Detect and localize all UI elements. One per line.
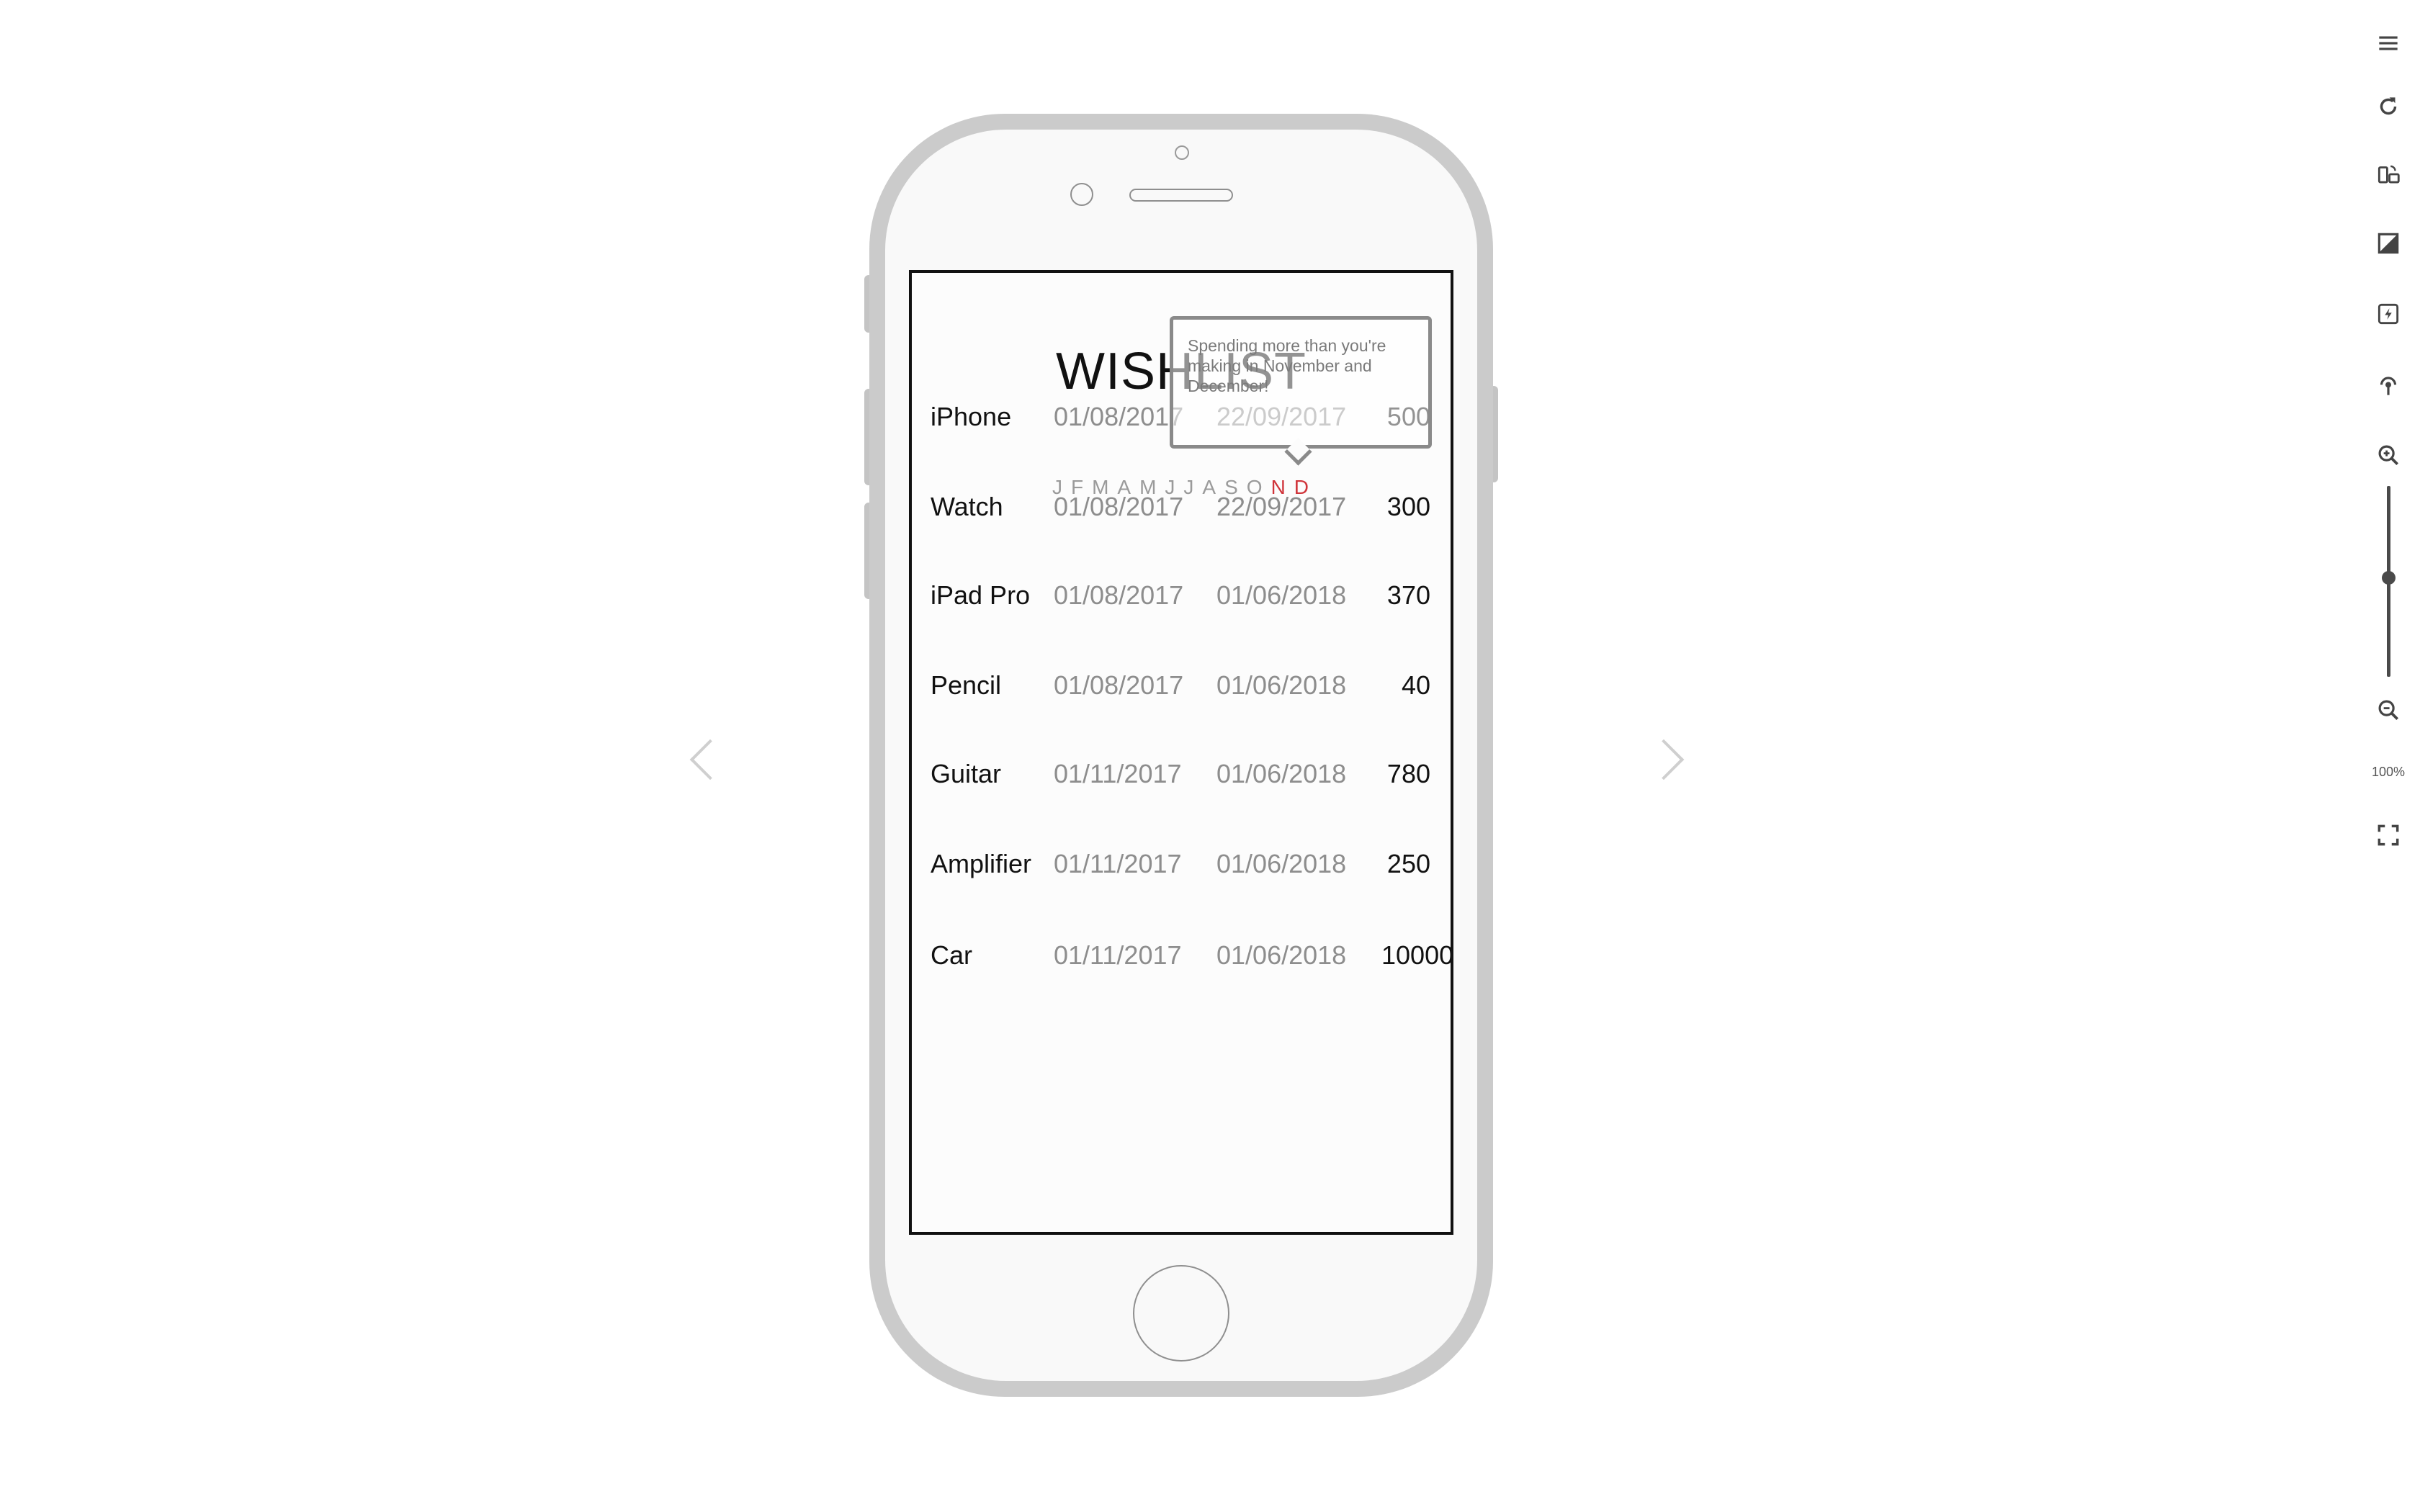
item-name: iPhone [931, 402, 1012, 431]
end-date: 01/06/2018 [1216, 940, 1347, 970]
table-row[interactable]: Pencil 01/08/2017 01/06/2018 40 [912, 664, 1451, 707]
end-date: 01/06/2018 [1216, 670, 1347, 700]
spending-tooltip: Spending more than you're making in Nove… [1170, 316, 1432, 466]
rotate-device-icon [2378, 165, 2400, 184]
start-date: 01/11/2017 [1054, 759, 1182, 788]
zoom-slider-handle[interactable] [2382, 571, 2396, 585]
table-row[interactable]: Watch 01/08/2017 22/09/2017 300 [912, 485, 1451, 528]
zoom-out-button[interactable] [2367, 688, 2410, 732]
tooltip-pointer [1284, 438, 1312, 466]
item-amount: 780 [1386, 759, 1430, 788]
home-button[interactable] [1133, 1265, 1229, 1362]
zoom-in-icon [2378, 445, 2399, 466]
end-date: 22/09/2017 [1216, 492, 1347, 521]
simulator-toolbar: 100% [2357, 0, 2420, 1512]
end-date: 01/06/2018 [1216, 759, 1347, 788]
item-amount: 300 [1386, 492, 1430, 521]
contrast-icon [2378, 233, 2399, 254]
item-name: iPad Pro [931, 580, 1031, 610]
item-amount: 40 [1401, 670, 1430, 700]
start-date: 01/11/2017 [1054, 940, 1182, 970]
item-name: Amplifier [931, 849, 1032, 878]
end-date: 01/06/2018 [1216, 580, 1347, 610]
zoom-in-button[interactable] [2367, 433, 2410, 477]
contrast-button[interactable] [2367, 222, 2410, 265]
rotate-device-button[interactable] [2367, 153, 2410, 196]
table-row[interactable]: Amplifier 01/11/2017 01/06/2018 250 [912, 842, 1451, 886]
item-amount: 370 [1386, 580, 1430, 610]
start-date: 01/08/2017 [1054, 492, 1184, 521]
item-name: Guitar [931, 759, 1002, 788]
touch-icon [2380, 377, 2397, 395]
refresh-button[interactable] [2367, 85, 2410, 128]
zoom-level-label: 100% [2371, 765, 2406, 779]
start-date: 01/11/2017 [1054, 849, 1182, 878]
item-amount: 250 [1386, 849, 1430, 878]
item-name: Pencil [931, 670, 1002, 700]
table-row[interactable]: iPad Pro 01/08/2017 01/06/2018 370 [912, 574, 1451, 617]
chevron-left-icon[interactable] [689, 739, 731, 780]
refresh-icon [2380, 97, 2397, 115]
item-name: Car [931, 940, 973, 970]
fullscreen-icon [2378, 824, 2399, 846]
table-row[interactable]: Car 01/11/2017 01/06/2018 10000 [912, 934, 1451, 977]
flash-button[interactable] [2367, 292, 2410, 336]
earpiece-speaker [1129, 189, 1233, 202]
start-date: 01/08/2017 [1054, 402, 1184, 431]
phone-screen: WISHLIST JFMAMJJASOND iPhone01/08/201722… [909, 270, 1453, 1235]
start-date: 01/08/2017 [1054, 580, 1184, 610]
flash-icon [2378, 303, 2399, 325]
start-date: 01/08/2017 [1054, 670, 1184, 700]
tooltip-text: Spending more than you're making in Nove… [1188, 336, 1386, 395]
chevron-right-icon[interactable] [1643, 739, 1685, 780]
menu-button[interactable] [2367, 22, 2410, 65]
front-camera [1070, 183, 1093, 206]
menu-icon [2379, 36, 2398, 50]
proximity-sensor [1175, 145, 1189, 160]
item-amount: 10000 [1381, 940, 1453, 970]
simulator-stage: WISHLIST JFMAMJJASOND iPhone01/08/201722… [0, 0, 2420, 1512]
item-name: Watch [931, 492, 1003, 521]
table-row[interactable]: Guitar 01/11/2017 01/06/2018 780 [912, 752, 1451, 796]
end-date: 01/06/2018 [1216, 849, 1347, 878]
fullscreen-button[interactable] [2367, 814, 2410, 857]
touch-button[interactable] [2367, 364, 2410, 408]
zoom-out-icon [2378, 700, 2399, 721]
